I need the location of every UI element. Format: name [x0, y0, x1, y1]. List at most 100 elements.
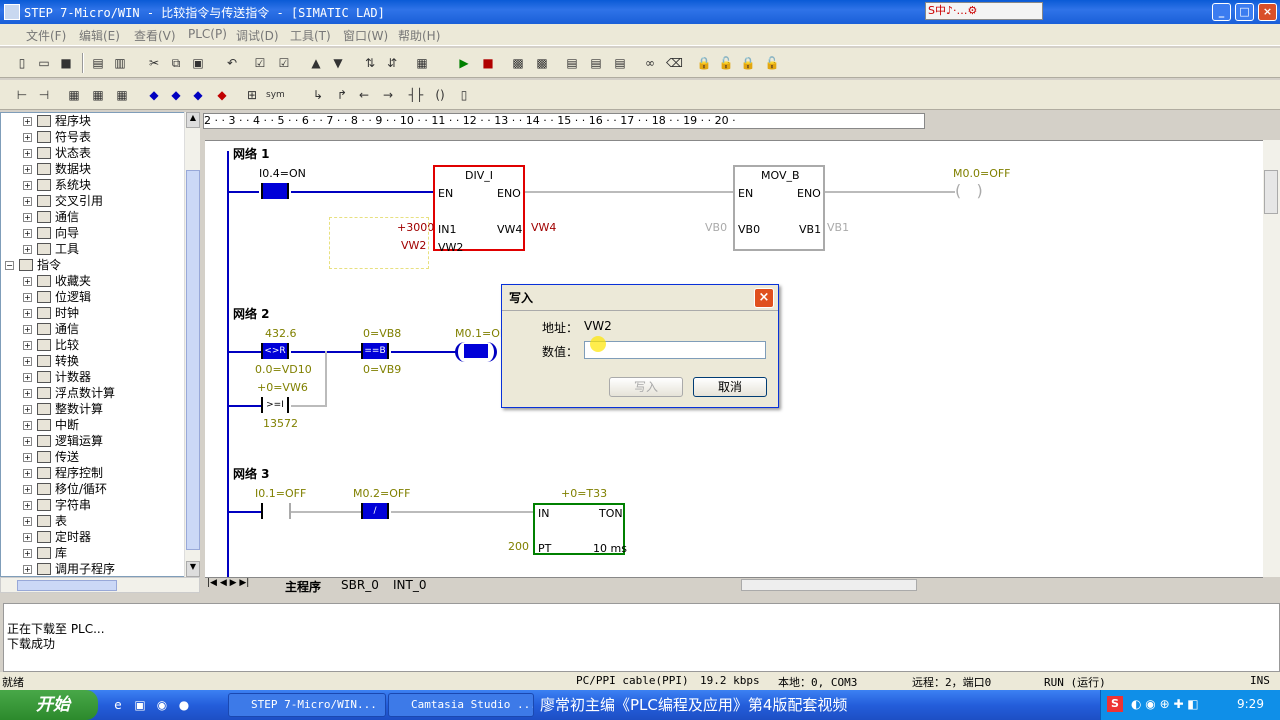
expand-icon[interactable]: +	[23, 229, 32, 238]
quicklaunch-media-icon[interactable]: ◉	[154, 697, 170, 713]
symbol-apply-icon[interactable]: ▦	[90, 87, 106, 103]
pause-status-icon[interactable]: ▩	[534, 55, 550, 71]
tree-item[interactable]: + 浮点数计算	[23, 385, 115, 401]
glasses-icon[interactable]: ∞	[642, 55, 658, 71]
chart-pause-icon[interactable]: ▤	[588, 55, 604, 71]
expand-icon[interactable]: +	[23, 245, 32, 254]
coil-icon[interactable]: ()	[432, 87, 448, 103]
expand-icon[interactable]: +	[23, 549, 32, 558]
expand-icon[interactable]: +	[23, 421, 32, 430]
tree-item[interactable]: + 逻辑运算	[23, 433, 103, 449]
tree-item[interactable]: + 工具	[23, 241, 79, 257]
quicklaunch-chrome-icon[interactable]: ●	[176, 697, 192, 713]
expand-icon[interactable]: +	[23, 133, 32, 142]
n1-coil[interactable]: ( )	[955, 181, 983, 200]
copy-icon[interactable]: ⧉	[168, 55, 184, 71]
expand-icon[interactable]: +	[23, 517, 32, 526]
insert-network-icon[interactable]: ⊢	[14, 87, 30, 103]
quicklaunch-ie-icon[interactable]: e	[110, 697, 126, 713]
open-icon[interactable]: ▭	[36, 55, 52, 71]
tree-item[interactable]: + 调用子程序	[23, 561, 115, 576]
close-button[interactable]: ×	[1258, 3, 1277, 21]
stop-icon[interactable]: ■	[480, 55, 496, 71]
expand-icon[interactable]: +	[23, 293, 32, 302]
expand-icon[interactable]: +	[23, 501, 32, 510]
horizontal-scrollbar[interactable]	[741, 579, 917, 591]
expand-icon[interactable]: +	[23, 149, 32, 158]
tree-scrollbar[interactable]: ▲ ▼	[184, 112, 200, 577]
expand-icon[interactable]: +	[23, 277, 32, 286]
tree-item[interactable]: + 计数器	[23, 369, 91, 385]
unforce-icon[interactable]: 🔓	[764, 55, 780, 71]
expand-icon[interactable]: +	[23, 309, 32, 318]
expand-icon[interactable]: +	[23, 389, 32, 398]
tree-item[interactable]: + 比较	[23, 337, 79, 353]
tree-item[interactable]: + 通信	[23, 209, 79, 225]
tree-item[interactable]: + 程序块	[23, 113, 91, 129]
remove-bookmarks-icon[interactable]: ◆	[214, 87, 230, 103]
sogou-tray-icon[interactable]: S	[1107, 696, 1123, 712]
menu-edit[interactable]: 编辑(E)	[79, 27, 120, 44]
start-button[interactable]: 开始	[0, 690, 98, 720]
expand-icon[interactable]: +	[23, 197, 32, 206]
sort-asc-icon[interactable]: ⇅	[362, 55, 378, 71]
paste-icon[interactable]: ▣	[190, 55, 206, 71]
expand-icon[interactable]: +	[23, 165, 32, 174]
contact-icon[interactable]: ┤├	[408, 87, 424, 103]
print-icon[interactable]: ▤	[90, 55, 106, 71]
new-icon[interactable]: ▯	[14, 55, 30, 71]
delete-network-icon[interactable]: ⊣	[36, 87, 52, 103]
tree-item[interactable]: + 时钟	[23, 305, 79, 321]
line-left-icon[interactable]: ←	[356, 87, 372, 103]
tree-item[interactable]: + 通信	[23, 321, 79, 337]
ime-toolbar[interactable]: S中♪·…⚙	[925, 2, 1043, 20]
n3-contact-1[interactable]	[261, 503, 291, 519]
n3-contact-2[interactable]: /	[361, 503, 389, 519]
tab-nav-icon[interactable]: |◀ ◀ ▶ ▶|	[207, 578, 249, 588]
task-step7[interactable]: STEP 7-Micro/WIN...	[228, 693, 386, 717]
program-status-icon[interactable]: ▩	[510, 55, 526, 71]
tab-main[interactable]: 主程序	[285, 578, 321, 595]
next-bookmark-icon[interactable]: ◆	[168, 87, 184, 103]
upload-icon[interactable]: ▲	[308, 55, 324, 71]
force-icon[interactable]: 🔒	[740, 55, 756, 71]
menu-view[interactable]: 查看(V)	[134, 27, 176, 44]
expand-icon[interactable]: +	[23, 485, 32, 494]
n2-compare-i[interactable]: >=I	[261, 397, 289, 413]
tree-item[interactable]: + 符号表	[23, 129, 91, 145]
address-icon[interactable]: ▦	[114, 87, 130, 103]
line-up-icon[interactable]: ↱	[334, 87, 350, 103]
trend-icon[interactable]: ▤	[612, 55, 628, 71]
tree-item[interactable]: + 表	[23, 513, 67, 529]
tree-item[interactable]: + 向导	[23, 225, 79, 241]
unlock-icon[interactable]: 🔓	[718, 55, 734, 71]
maximize-button[interactable]: □	[1235, 3, 1254, 21]
n2-compare-r[interactable]: <>R	[261, 343, 289, 359]
download-icon[interactable]: ▼	[330, 55, 346, 71]
run-icon[interactable]: ▶	[456, 55, 472, 71]
tree-item[interactable]: + 转换	[23, 353, 79, 369]
ton-timer-box[interactable]: IN TON PT 10 ms	[533, 503, 627, 555]
mov-b-box[interactable]: MOV_B EN ENO VB0 VB1	[733, 165, 825, 251]
clock[interactable]: 9:29	[1237, 697, 1264, 711]
tray-icons[interactable]: ◐ ◉ ⊕ ✚ ◧	[1131, 697, 1199, 711]
cut-icon[interactable]: ✂	[146, 55, 162, 71]
tree-item[interactable]: + 收藏夹	[23, 273, 91, 289]
compile-icon[interactable]: ☑	[252, 55, 268, 71]
expand-icon[interactable]: +	[23, 437, 32, 446]
expand-icon[interactable]: +	[23, 357, 32, 366]
tree-item[interactable]: + 移位/循环	[23, 481, 107, 497]
expand-icon[interactable]: +	[23, 373, 32, 382]
tab-sbr0[interactable]: SBR_0	[341, 578, 379, 592]
preview-icon[interactable]: ▥	[112, 55, 128, 71]
write-button[interactable]: 写入	[609, 377, 683, 397]
quicklaunch-desktop-icon[interactable]: ▣	[132, 697, 148, 713]
lock-icon[interactable]: 🔒	[696, 55, 712, 71]
menu-tools[interactable]: 工具(T)	[290, 27, 331, 44]
tree-item[interactable]: − 指令	[5, 257, 61, 273]
tree-item[interactable]: + 交叉引用	[23, 193, 103, 209]
expand-icon[interactable]: +	[23, 341, 32, 350]
undo-icon[interactable]: ↶	[224, 55, 240, 71]
value-input[interactable]	[584, 341, 766, 359]
prev-bookmark-icon[interactable]: ◆	[190, 87, 206, 103]
